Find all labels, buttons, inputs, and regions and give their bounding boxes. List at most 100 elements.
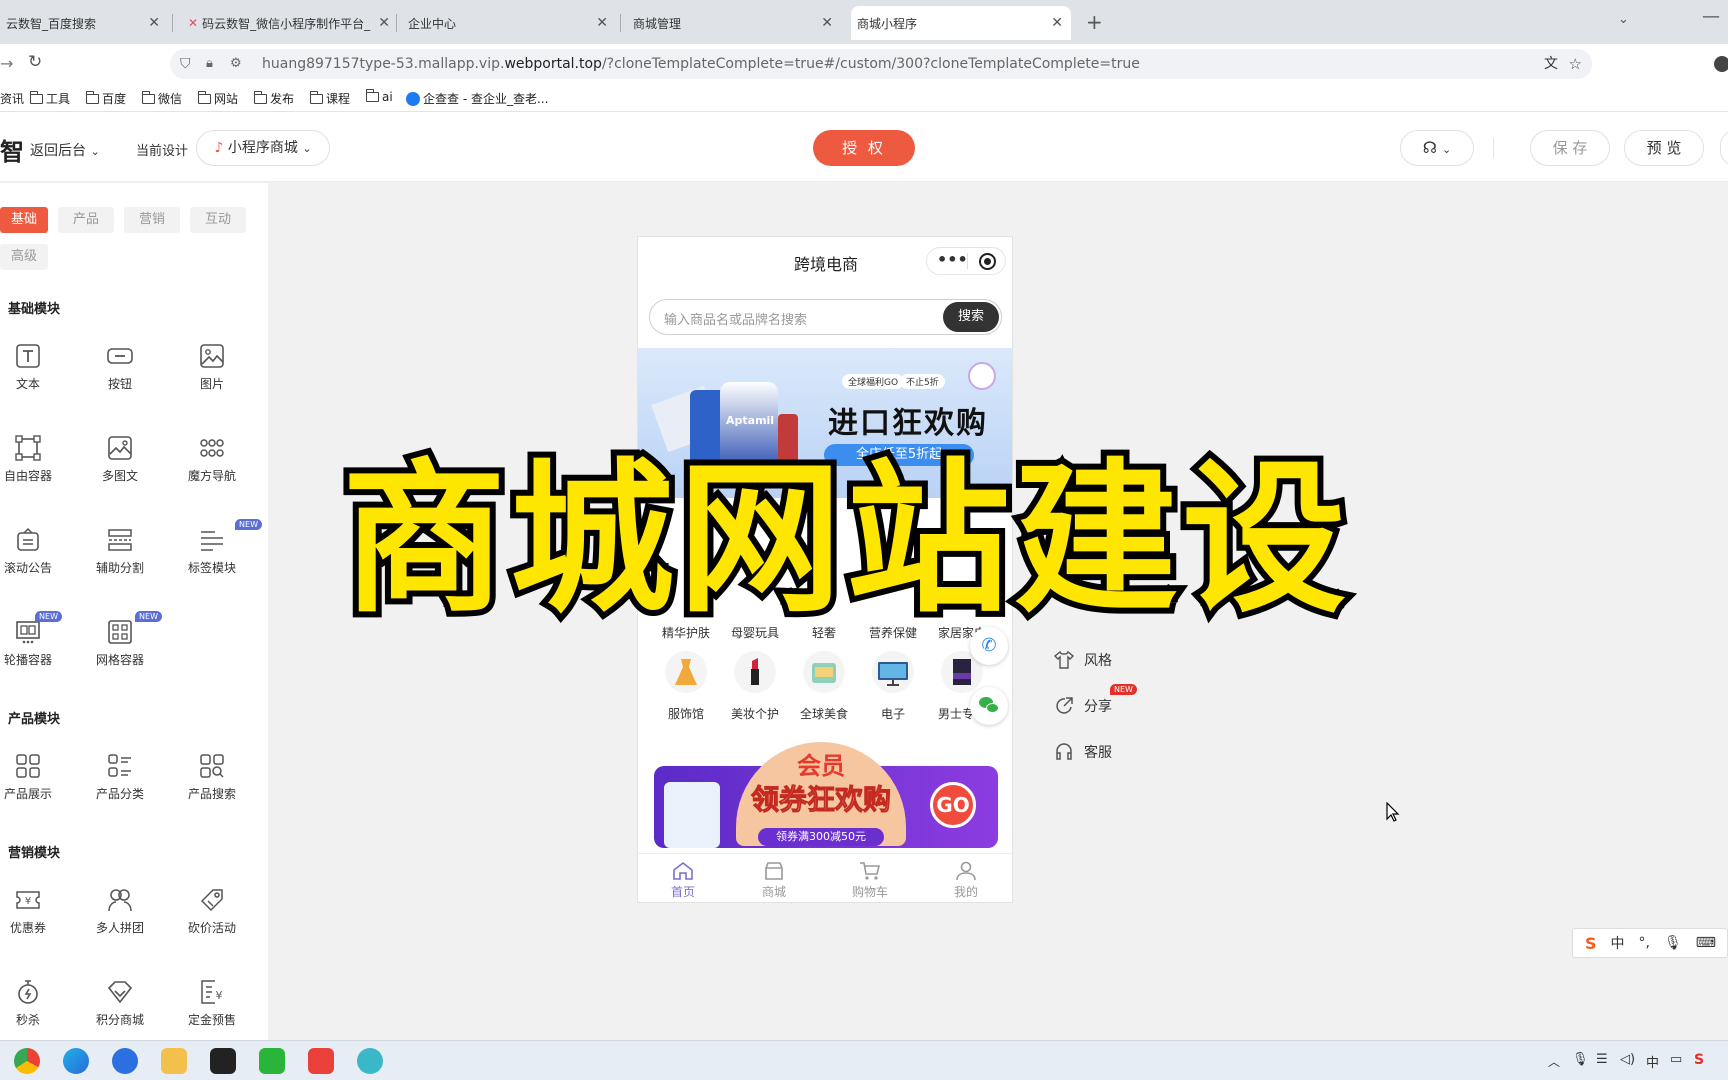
module-multi-image-text[interactable]: 多图文 [80, 435, 160, 505]
module-image[interactable]: 图片 [172, 343, 252, 413]
search-input[interactable]: 输入商品名或品牌名搜索 [664, 309, 807, 328]
category-item[interactable]: 美妆个护 [720, 705, 790, 722]
option-share[interactable]: 分享 NEW [1054, 684, 1137, 716]
wechat-icon[interactable] [970, 687, 1008, 725]
option-customer-service[interactable]: 客服 [1054, 742, 1112, 762]
module-free-container[interactable]: 自由容器 [0, 435, 68, 505]
nav-profile[interactable]: 我的 [931, 861, 1001, 900]
module-product-display[interactable]: 产品展示 [0, 753, 68, 823]
bookmark-folder[interactable]: 百度 [86, 90, 126, 107]
design-select[interactable]: ♪ 小程序商城 ⌄ [196, 130, 330, 166]
module-deposit-presale[interactable]: ¥ 定金预售 [172, 979, 252, 1049]
search-button[interactable]: 搜索 [943, 302, 999, 332]
url-field[interactable]: ⛉ 🔒︎ ⚙ huang897157type-53.mallapp.vip.we… [170, 49, 1592, 79]
bookmark-item[interactable]: 资讯 [0, 90, 24, 107]
tab-interaction[interactable]: 互动 [190, 207, 246, 233]
category-item[interactable]: 电子 [858, 705, 928, 722]
browser-app-icon[interactable] [112, 1048, 138, 1074]
nav-home[interactable]: 首页 [648, 861, 718, 900]
tray-ime-mode[interactable]: 中 [1646, 1052, 1659, 1071]
category-item[interactable]: 全球美食 [789, 705, 859, 722]
reload-icon[interactable]: ↻ [28, 52, 42, 72]
module-divider[interactable]: 辅助分割 [80, 527, 160, 597]
tab-basic[interactable]: 基础 [0, 207, 48, 233]
module-button[interactable]: 按钮 [80, 343, 160, 413]
module-flash-sale[interactable]: 秒杀 [0, 979, 68, 1049]
chevron-down-icon[interactable]: ⌄ [1618, 12, 1629, 27]
forward-arrow-icon[interactable]: → [0, 54, 13, 73]
browser-tab[interactable]: 商城管理 ✕ [627, 6, 841, 40]
microphone-icon[interactable]: 🎙︎ [1664, 935, 1682, 951]
bookmark-folder[interactable]: 网站 [198, 90, 238, 107]
minimize-button[interactable]: — [1702, 6, 1720, 27]
tray-sogou-icon[interactable]: S [1694, 1052, 1704, 1068]
new-tab-button[interactable]: + [1086, 10, 1103, 34]
tab-marketing[interactable]: 营销 [124, 207, 180, 233]
module-points-mall[interactable]: 积分商城 [80, 979, 160, 1049]
keyboard-icon[interactable]: ⌨ [1696, 935, 1716, 951]
module-group-buy[interactable]: 多人拼团 [80, 887, 160, 957]
browser-tab-active[interactable]: 商城小程序 ✕ [851, 6, 1071, 40]
module-scroll-notice[interactable]: 滚动公告 [0, 527, 68, 597]
close-target-icon[interactable] [979, 253, 996, 270]
bookmark-folder[interactable]: 课程 [310, 90, 350, 107]
tab-advanced[interactable]: 高级 [0, 244, 48, 270]
more-dots-icon[interactable]: ••• [937, 250, 968, 269]
go-button[interactable]: GO [930, 782, 976, 828]
flower-app-icon[interactable] [357, 1048, 383, 1074]
tray-display-icon[interactable]: ▭ [1670, 1052, 1682, 1067]
nav-mall[interactable]: 商城 [739, 861, 809, 900]
translate-icon[interactable]: 文 [1544, 49, 1558, 79]
module-bargain[interactable]: 砍价活动 [172, 887, 252, 957]
bookmark-folder[interactable]: 发布 [254, 90, 294, 107]
lipstick-icon[interactable] [734, 651, 776, 693]
module-carousel-container[interactable]: NEW 轮播容器 [0, 611, 68, 689]
module-magic-nav[interactable]: 魔方导航 [172, 435, 252, 505]
close-icon[interactable]: ✕ [378, 15, 390, 31]
module-product-search[interactable]: 产品搜索 [172, 753, 252, 823]
tray-wifi-icon[interactable]: ☰ [1596, 1052, 1608, 1067]
close-icon[interactable]: ✕ [596, 15, 608, 31]
save-button[interactable]: 保 存 [1530, 130, 1610, 166]
close-icon[interactable]: ✕ [821, 15, 833, 31]
dress-icon[interactable] [665, 651, 707, 693]
module-text[interactable]: 文本 [0, 343, 68, 413]
bookmark-folder[interactable]: ai [366, 89, 393, 104]
bookmark-item[interactable]: 企查查 - 查企业_查老... [406, 90, 548, 107]
tab-product[interactable]: 产品 [58, 207, 114, 233]
edge-icon[interactable] [63, 1048, 89, 1074]
promo-banner-member[interactable]: 会员 领券狂欢购 GO 领券满300减50元 [654, 742, 998, 854]
extension-icon[interactable] [1714, 56, 1728, 72]
module-coupon[interactable]: ¥ 优惠券 [0, 887, 68, 957]
ime-mode[interactable]: 中 [1611, 933, 1625, 953]
qq-icon[interactable] [210, 1048, 236, 1074]
punctuation-icon[interactable]: °, [1639, 935, 1650, 951]
browser-tab[interactable]: ✕ 码云数智_微信小程序制作平台_ ✕ [182, 6, 392, 40]
browser-tab[interactable]: 云数智_百度搜索 ✕ [0, 6, 168, 40]
browser-tab[interactable]: 企业中心 ✕ [402, 6, 616, 40]
module-tags[interactable]: NEW 标签模块 [172, 519, 262, 597]
wechat-app-icon[interactable] [259, 1048, 285, 1074]
close-icon[interactable]: ✕ [148, 15, 160, 31]
tray-mic-icon[interactable]: 🎙︎ [1572, 1052, 1589, 1067]
search-bar[interactable]: 输入商品名或品牌名搜索 搜索 [649, 299, 1002, 335]
food-icon[interactable] [803, 651, 845, 693]
star-icon[interactable]: ☆ [1569, 49, 1582, 79]
module-product-category[interactable]: 产品分类 [80, 753, 160, 823]
authorize-button[interactable]: 授 权 [813, 130, 915, 166]
ime-toolbar[interactable]: S 中 °, 🎙︎ ⌨ [1572, 928, 1728, 958]
tray-chevron-up-icon[interactable]: ︿ [1548, 1053, 1560, 1070]
publish-button-partial[interactable] [1720, 130, 1728, 166]
chrome-icon[interactable] [14, 1048, 40, 1074]
module-grid-container[interactable]: NEW 网格容器 [80, 611, 162, 689]
support-menu-button[interactable]: ☊ ⌄ [1400, 130, 1474, 166]
nav-cart[interactable]: 购物车 [835, 861, 905, 900]
back-to-admin-button[interactable]: 返回后台 ⌄ [30, 140, 100, 160]
preview-button[interactable]: 预 览 [1624, 130, 1704, 166]
category-item[interactable]: 服饰馆 [651, 705, 721, 722]
bookmark-folder[interactable]: 微信 [142, 90, 182, 107]
bookmark-folder[interactable]: 工具 [30, 90, 70, 107]
video-app-icon[interactable] [308, 1048, 334, 1074]
tray-volume-icon[interactable]: ◁) [1620, 1052, 1635, 1067]
capsule-menu[interactable]: ••• [926, 247, 1006, 275]
